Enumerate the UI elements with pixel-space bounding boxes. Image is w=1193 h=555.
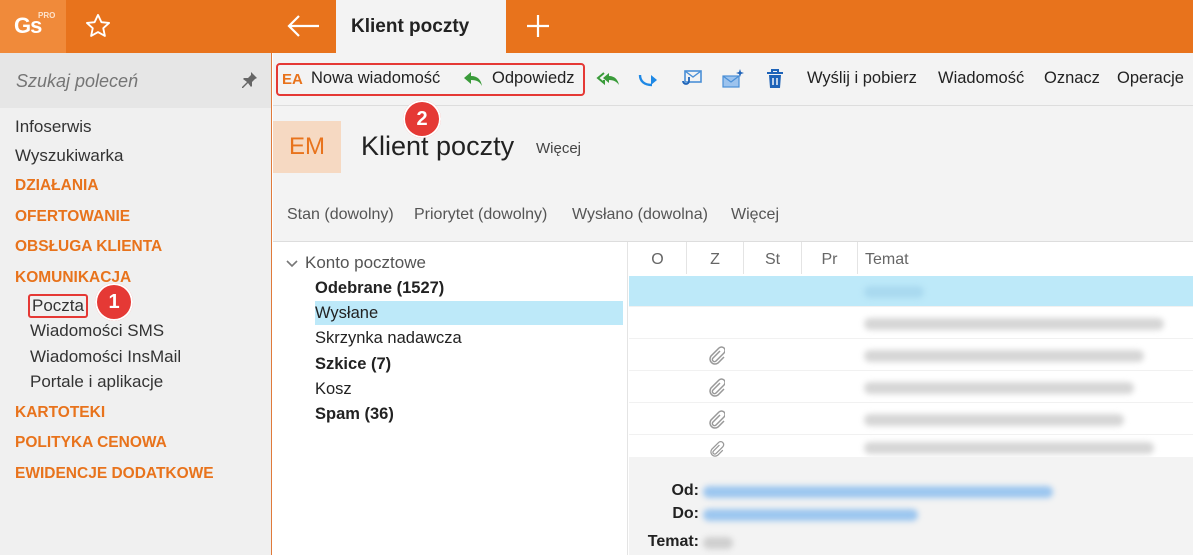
preview-from-label: Od: <box>671 482 699 499</box>
delete-trash-icon[interactable] <box>763 67 787 91</box>
sidebar-item-insmail[interactable]: Wiadomości InsMail <box>30 347 181 367</box>
filter-bar: Stan (dowolny) Priorytet (dowolny) Wysła… <box>273 186 1193 242</box>
sidebar-cat-ewidencje[interactable]: EWIDENCJE DODATKOWE <box>15 465 214 483</box>
blurred-subject <box>864 350 1144 362</box>
sidebar-cat-kartoteki[interactable]: KARTOTEKI <box>15 404 105 422</box>
blurred-subject <box>864 286 924 298</box>
new-mail-spark-icon[interactable] <box>721 67 745 91</box>
table-row[interactable] <box>629 340 1193 371</box>
column-header-pr[interactable]: Pr <box>802 242 858 274</box>
operations-menu[interactable]: Operacje <box>1117 69 1184 88</box>
forward-arrow-icon[interactable] <box>637 67 661 91</box>
column-header-st[interactable]: St <box>744 242 802 274</box>
sidebar-cat-ofertowanie[interactable]: OFERTOWANIE <box>15 208 130 226</box>
sidebar-item-poczta[interactable]: Poczta <box>28 294 88 318</box>
column-header-temat[interactable]: Temat <box>858 242 1193 274</box>
sidebar-cat-dzialania[interactable]: DZIAŁANIA <box>15 177 99 195</box>
folder-odebrane[interactable]: Odebrane (1527) <box>315 279 444 298</box>
attachment-paperclip-icon <box>710 441 725 457</box>
new-message-ea-icon: EA <box>282 71 303 88</box>
pin-icon[interactable] <box>240 71 258 89</box>
message-menu[interactable]: Wiadomość <box>938 69 1024 88</box>
table-row[interactable] <box>629 404 1193 435</box>
mark-menu[interactable]: Oznacz <box>1044 69 1100 88</box>
folder-root-account[interactable]: Konto pocztowe <box>305 253 426 273</box>
module-tile: EM <box>273 121 341 173</box>
filter-priorytet[interactable]: Priorytet (dowolny) <box>414 206 547 224</box>
folder-kosz[interactable]: Kosz <box>315 380 352 399</box>
blurred-recipient <box>703 509 918 521</box>
sidebar-item-infoserwis[interactable]: Infoserwis <box>15 117 92 137</box>
callout-badge-1: 1 <box>95 283 133 321</box>
toolbar: EA Nowa wiadomość Odpowiedz Wyślij i pob… <box>273 53 1193 106</box>
table-row[interactable] <box>629 372 1193 403</box>
preview-subject-label: Temat: <box>647 533 699 550</box>
blurred-subject <box>864 382 1134 394</box>
column-header-o[interactable]: O <box>629 242 687 274</box>
blurred-subject <box>864 442 1154 454</box>
table-row[interactable] <box>629 308 1193 339</box>
column-header-z[interactable]: Z <box>687 242 744 274</box>
sidebar-cat-polityka-cenowa[interactable]: POLITYKA CENOWA <box>15 434 167 452</box>
app-logo[interactable]: Gs PRO <box>0 0 66 53</box>
attachment-paperclip-icon <box>709 378 725 397</box>
new-tab-plus-icon[interactable] <box>524 12 552 40</box>
folder-wyslane[interactable]: Wysłane <box>315 304 378 323</box>
logo-pro-badge: PRO <box>38 11 56 20</box>
top-bar: Gs PRO Klient poczty <box>0 0 1193 53</box>
favorites-star-icon[interactable] <box>84 12 112 40</box>
back-arrow-icon[interactable] <box>285 12 321 40</box>
folder-szkice[interactable]: Szkice (7) <box>315 355 391 374</box>
blurred-sender <box>703 486 1053 498</box>
table-row[interactable] <box>629 436 1193 457</box>
table-row[interactable] <box>629 276 1193 307</box>
tab-klient-poczty[interactable]: Klient poczty <box>336 0 506 53</box>
folder-spam[interactable]: Spam (36) <box>315 405 394 424</box>
sidebar-item-wyszukiwarka[interactable]: Wyszukiwarka <box>15 146 123 166</box>
sidebar-item-portale[interactable]: Portale i aplikacje <box>30 372 163 392</box>
attachment-paperclip-icon <box>709 346 725 365</box>
sidebar: Infoserwis Wyszukiwarka DZIAŁANIA OFERTO… <box>0 53 272 555</box>
sidebar-cat-obsluga-klienta[interactable]: OBSŁUGA KLIENTA <box>15 238 162 256</box>
folder-skrzynka-nadawcza[interactable]: Skrzynka nadawcza <box>315 329 462 348</box>
blurred-subject-value <box>703 537 733 549</box>
page-title: Klient poczty <box>361 131 515 161</box>
filter-more[interactable]: Więcej <box>731 206 779 224</box>
folder-tree: Konto pocztowe Odebrane (1527) Wysłane S… <box>273 242 628 555</box>
blurred-subject <box>864 318 1164 330</box>
command-search-input[interactable] <box>16 67 226 95</box>
reply-button[interactable]: Odpowiedz <box>492 69 575 88</box>
send-receive-button[interactable]: Wyślij i pobierz <box>807 69 917 88</box>
attach-mail-icon[interactable] <box>679 67 703 91</box>
reply-arrow-icon[interactable] <box>461 67 485 91</box>
blurred-subject <box>864 414 1124 426</box>
preview-to-label: Do: <box>672 505 699 522</box>
message-preview: Od: Do: Temat: <box>629 457 1193 555</box>
callout-badge-2: 2 <box>403 100 441 138</box>
chevron-down-icon[interactable] <box>286 259 298 269</box>
header-more-link[interactable]: Więcej <box>536 140 581 157</box>
filter-wyslano[interactable]: Wysłano (dowolna) <box>572 206 708 224</box>
filter-stan[interactable]: Stan (dowolny) <box>287 206 394 224</box>
attachment-paperclip-icon <box>709 410 725 429</box>
tab-label: Klient poczty <box>351 16 470 37</box>
new-message-button[interactable]: Nowa wiadomość <box>311 69 440 88</box>
reply-all-icon[interactable] <box>596 67 620 91</box>
sidebar-item-sms[interactable]: Wiadomości SMS <box>30 321 164 341</box>
command-search <box>0 53 271 108</box>
message-list: O Z St Pr Temat <box>629 242 1193 457</box>
